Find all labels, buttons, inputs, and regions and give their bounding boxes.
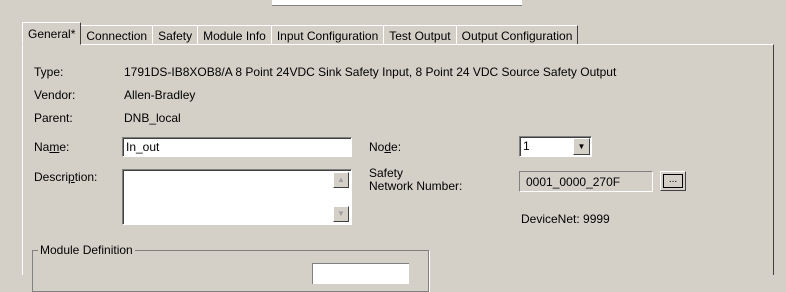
devicenet-address-text: DeviceNet: 9999	[521, 212, 610, 226]
name-label: Name:	[34, 140, 70, 154]
description-textarea[interactable]	[122, 169, 352, 225]
tab-safety[interactable]: Safety	[152, 25, 199, 45]
vendor-label: Vendor:	[34, 88, 76, 102]
safety-network-number-field: 0001_0000_270F	[519, 171, 653, 192]
tab-module-info[interactable]: Module Info	[197, 25, 272, 45]
tab-general[interactable]: General*	[22, 22, 82, 45]
module-definition-partial-field	[312, 263, 409, 284]
safety-network-number-browse-button[interactable]: ...	[660, 171, 686, 191]
node-select-value: 1	[523, 139, 530, 153]
tab-connection[interactable]: Connection	[80, 25, 154, 45]
tab-input-configuration[interactable]: Input Configuration	[270, 25, 385, 45]
module-definition-title: Module Definition	[38, 243, 135, 257]
tab-test-output[interactable]: Test Output	[383, 25, 457, 45]
name-input[interactable]: In_out	[122, 137, 352, 157]
parent-value: DNB_local	[124, 111, 181, 125]
node-label: Node:	[369, 140, 402, 154]
dropdown-arrow-icon[interactable]: ▼	[573, 138, 590, 155]
tab-output-configuration[interactable]: Output Configuration	[455, 25, 579, 45]
type-value: 1791DS-IB8XOB8/A 8 Point 24VDC Sink Safe…	[124, 65, 617, 79]
scroll-down-arrow-icon[interactable]: ▼	[333, 206, 349, 222]
safety-network-number-label: Safety Network Number:	[369, 166, 463, 193]
type-label: Type:	[34, 65, 64, 79]
description-label: Description:	[34, 170, 98, 184]
vendor-value: Allen-Bradley	[124, 88, 196, 102]
general-tab-panel: Type: 1791DS-IB8XOB8/A 8 Point 24VDC Sin…	[22, 44, 774, 292]
title-strip	[272, 0, 522, 6]
scroll-up-arrow-icon[interactable]: ▲	[333, 172, 349, 188]
tab-strip: General* Connection Safety Module Info I…	[22, 22, 579, 45]
parent-label: Parent:	[34, 111, 73, 125]
